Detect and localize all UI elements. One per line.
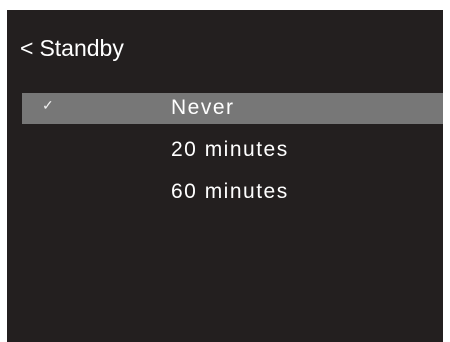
standby-options-list: ✓ Never 20 minutes 60 minutes xyxy=(22,93,443,219)
option-20-minutes[interactable]: 20 minutes xyxy=(22,135,443,166)
option-never[interactable]: ✓ Never xyxy=(22,93,443,124)
option-label: 60 minutes xyxy=(171,180,289,203)
standby-screen: < Standby ✓ Never 20 minutes 60 minutes xyxy=(7,10,443,342)
back-button[interactable]: < Standby xyxy=(20,34,124,62)
back-chevron-icon: < xyxy=(20,35,34,61)
option-60-minutes[interactable]: 60 minutes xyxy=(22,177,443,208)
option-label: Never xyxy=(171,96,235,119)
option-label: 20 minutes xyxy=(171,138,289,161)
page-title: Standby xyxy=(39,35,124,61)
checkmark-icon: ✓ xyxy=(42,97,54,113)
